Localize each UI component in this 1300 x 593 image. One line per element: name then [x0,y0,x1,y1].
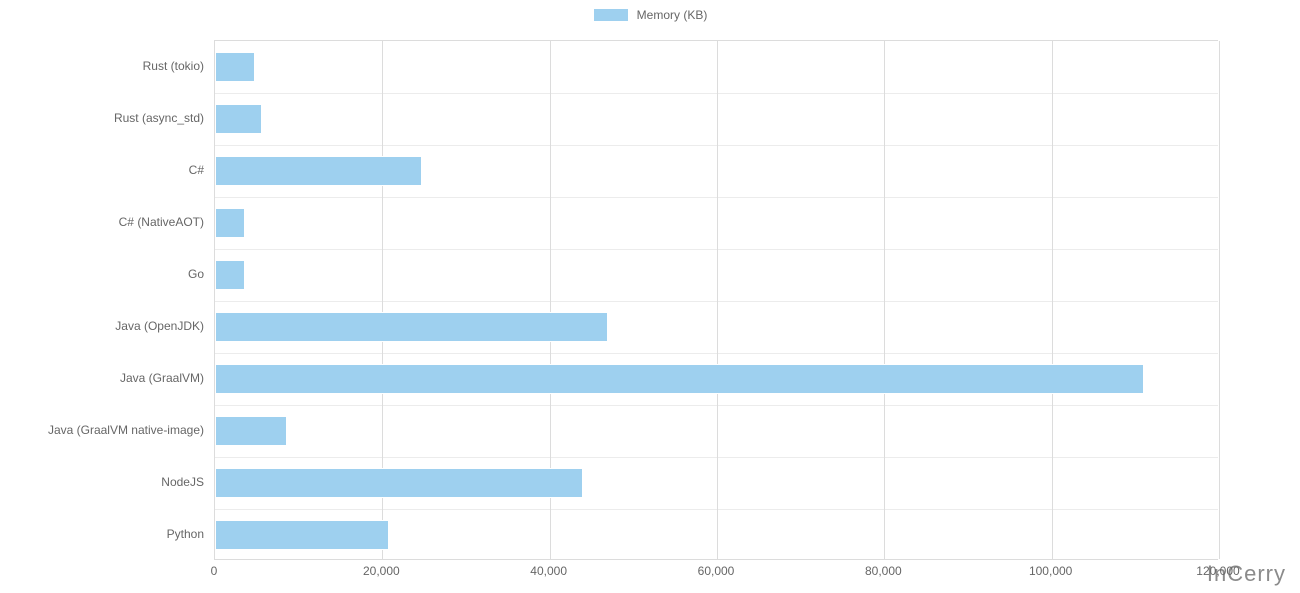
bar [215,208,245,238]
v-gridline [1052,41,1053,559]
x-tick-label: 20,000 [363,564,400,578]
x-tick-label: 40,000 [530,564,567,578]
y-tick-label: Java (GraalVM native-image) [0,423,204,437]
bar [215,364,1144,394]
bar [215,416,287,446]
plot-area [214,40,1218,560]
legend-swatch [593,8,629,22]
y-tick-label: Go [0,267,204,281]
y-tick-label: Rust (async_std) [0,111,204,125]
bar [215,260,245,290]
x-tick-label: 120,000 [1196,564,1239,578]
v-gridline [717,41,718,559]
bar [215,104,262,134]
y-tick-label: Rust (tokio) [0,59,204,73]
x-tick-label: 60,000 [698,564,735,578]
y-tick-label: Java (OpenJDK) [0,319,204,333]
x-tick-label: 100,000 [1029,564,1072,578]
v-gridline [1219,41,1220,559]
bar [215,156,422,186]
v-gridline [884,41,885,559]
x-tick-label: 80,000 [865,564,902,578]
y-tick-label: NodeJS [0,475,204,489]
chart-legend: Memory (KB) [0,8,1300,22]
bar [215,312,608,342]
bar [215,52,255,82]
y-tick-label: C# (NativeAOT) [0,215,204,229]
y-tick-label: Java (GraalVM) [0,371,204,385]
y-tick-label: Python [0,527,204,541]
bar [215,520,389,550]
y-tick-label: C# [0,163,204,177]
bar [215,468,583,498]
legend-label: Memory (KB) [637,8,708,22]
x-tick-label: 0 [211,564,218,578]
